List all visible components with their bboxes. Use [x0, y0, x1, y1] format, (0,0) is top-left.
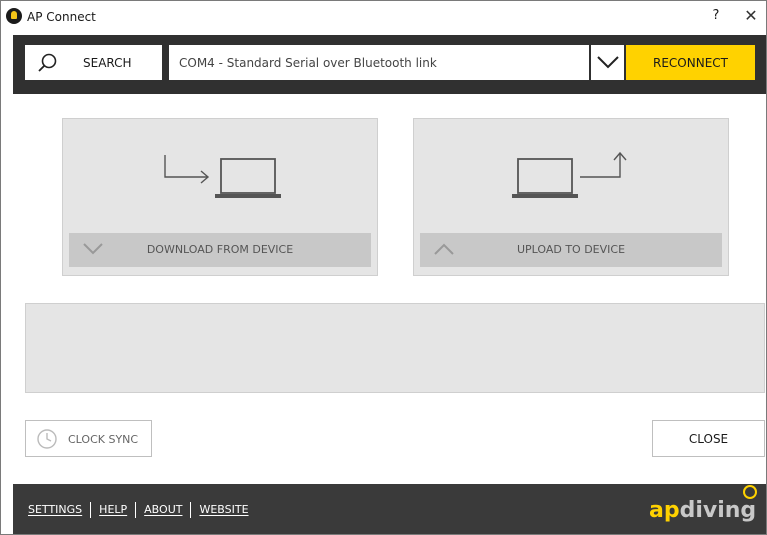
clock-sync-button[interactable]: CLOCK SYNC [25, 420, 152, 457]
window-close-button[interactable]: ✕ [741, 6, 761, 26]
footer-divider [135, 502, 137, 518]
brand-badge-icon [743, 485, 757, 499]
help-button[interactable]: ? [708, 8, 724, 26]
app-logo-icon [6, 8, 22, 24]
search-icon [38, 53, 57, 72]
apdiving-logo: apdiving [649, 498, 756, 526]
reconnect-button-label: RECONNECT [653, 56, 728, 70]
port-select[interactable]: COM4 - Standard Serial over Bluetooth li… [169, 45, 589, 80]
port-select-value: COM4 - Standard Serial over Bluetooth li… [179, 56, 437, 70]
settings-link[interactable]: SETTINGS [28, 503, 82, 517]
about-link[interactable]: ABOUT [144, 503, 182, 517]
search-button[interactable]: SEARCH [25, 45, 162, 80]
app-window: AP Connect ? ✕ SEARCH COM4 - Standard Se… [0, 0, 767, 535]
connection-toolbar: SEARCH COM4 - Standard Serial over Bluet… [13, 35, 766, 94]
title-bar: AP Connect ? ✕ [1, 1, 766, 34]
brand-ap-text: ap [649, 498, 680, 523]
download-label: DOWNLOAD FROM DEVICE [146, 243, 294, 256]
brand-diving-text: diving [679, 498, 757, 523]
download-bar[interactable]: DOWNLOAD FROM DEVICE [69, 233, 371, 267]
close-button[interactable]: CLOSE [652, 420, 765, 457]
clock-sync-label: CLOCK SYNC [68, 433, 139, 446]
window-title: AP Connect [27, 10, 96, 24]
footer-links: SETTINGS HELP ABOUT WEBSITE [28, 502, 249, 518]
reconnect-button[interactable]: RECONNECT [626, 45, 755, 80]
port-dropdown-button[interactable] [591, 45, 624, 80]
upload-card[interactable]: UPLOAD TO DEVICE [413, 118, 729, 276]
search-button-label: SEARCH [83, 56, 132, 70]
website-link[interactable]: WEBSITE [199, 503, 248, 517]
download-to-laptop-icon [164, 155, 281, 198]
footer-divider [190, 502, 192, 518]
upload-label: UPLOAD TO DEVICE [516, 243, 626, 256]
download-card[interactable]: DOWNLOAD FROM DEVICE [62, 118, 378, 276]
footer-bar: SETTINGS HELP ABOUT WEBSITE apdiving [13, 484, 766, 534]
footer-divider [90, 502, 92, 518]
upload-bar[interactable]: UPLOAD TO DEVICE [420, 233, 722, 267]
help-link[interactable]: HELP [99, 503, 127, 517]
clock-icon [37, 429, 57, 449]
close-button-label: CLOSE [688, 432, 729, 446]
status-log-area [25, 303, 765, 393]
upload-from-laptop-icon [512, 151, 627, 198]
chevron-down-icon [597, 56, 619, 69]
